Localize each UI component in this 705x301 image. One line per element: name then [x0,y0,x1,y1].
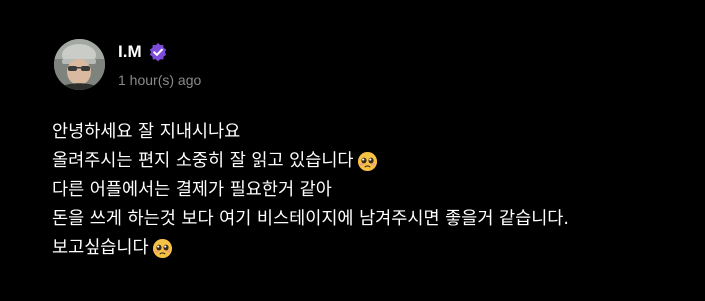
message-line-text: 올려주시는 편지 소중히 잘 읽고 있습니다 [52,151,354,171]
post-timestamp: 1 hour(s) ago [118,72,202,88]
message-line-text: 안녕하세요 잘 지내시나요 [52,122,241,142]
author-name[interactable]: I.M [118,42,142,62]
message-line: 돈을 쓰게 하는것 보다 여기 비스테이지에 남겨주시면 좋을거 같습니다. [52,205,692,234]
pleading-face-icon [357,151,377,172]
message-body: 안녕하세요 잘 지내시나요 올려주시는 편지 소중히 잘 읽고 있습니다 다른 … [52,118,692,263]
avatar[interactable] [54,39,105,90]
message-line: 안녕하세요 잘 지내시나요 [52,118,692,147]
author-row: I.M [118,42,168,62]
message-line-text: 돈을 쓰게 하는것 보다 여기 비스테이지에 남겨주시면 좋을거 같습니다. [52,209,569,229]
message-line: 올려주시는 편지 소중히 잘 읽고 있습니다 [52,147,692,176]
message-line-text: 보고싶습니다 [52,238,149,258]
post-card: I.M 1 hour(s) ago 안녕하세요 잘 지내시나요 올려주시는 편지… [0,0,705,301]
message-line: 보고싶습니다 [52,234,692,263]
avatar-image [54,39,105,90]
pleading-face-icon [152,238,172,259]
message-line: 다른 어플에서는 결제가 필요한거 같아 [52,176,692,205]
verified-badge-icon [149,43,166,62]
message-line-text: 다른 어플에서는 결제가 필요한거 같아 [52,180,332,200]
